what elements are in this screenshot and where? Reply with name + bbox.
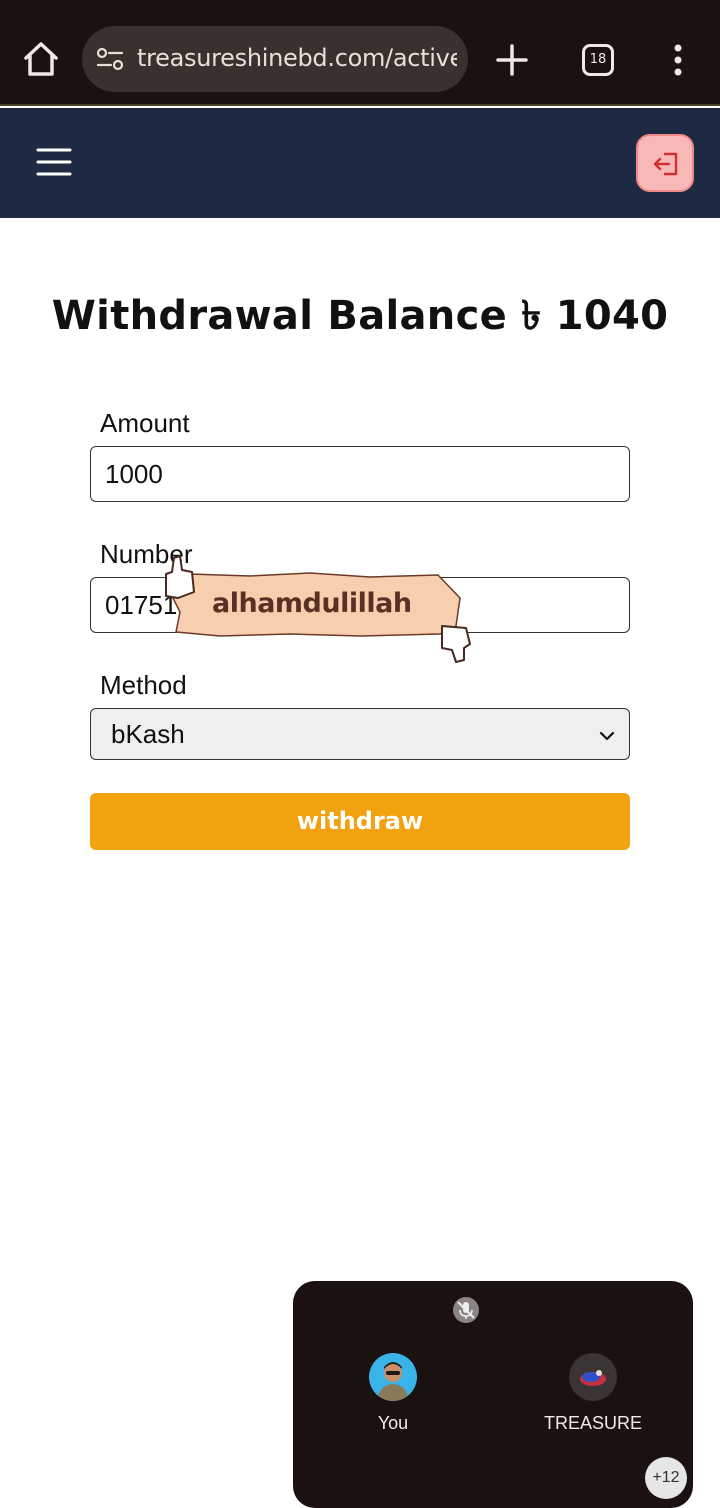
call-overlay-panel[interactable]: You TREASURE +12 (293, 1281, 693, 1508)
method-label: Method (100, 670, 187, 700)
thumbs-down-icon (441, 625, 471, 663)
address-bar[interactable]: treasureshinebd.com/active/u (82, 26, 468, 92)
plus-icon[interactable] (492, 40, 532, 80)
logout-button[interactable] (636, 134, 694, 192)
participant-name: TREASURE (543, 1413, 642, 1433)
home-icon[interactable] (20, 38, 62, 80)
participant-name: You (377, 1413, 409, 1433)
withdraw-button[interactable]: withdraw (90, 793, 630, 850)
chevron-down-icon (599, 727, 615, 746)
method-select[interactable]: bKash (90, 708, 630, 760)
thumbs-up-icon (165, 555, 195, 599)
more-participants-badge[interactable]: +12 (645, 1457, 687, 1499)
avatar (569, 1353, 617, 1401)
hamburger-menu-icon[interactable] (36, 146, 72, 178)
participant-treasure[interactable]: TREASURE (513, 1353, 673, 1434)
microphone-muted-icon[interactable] (452, 1296, 480, 1324)
app-header (0, 108, 720, 218)
more-options-icon[interactable] (666, 40, 690, 80)
site-settings-icon[interactable] (96, 47, 124, 71)
sticker-text: alhamdulillah (212, 588, 412, 619)
amount-input[interactable] (90, 446, 630, 502)
method-selected-value: bKash (111, 719, 185, 749)
tab-switcher-button[interactable]: 18 (582, 44, 614, 76)
participant-you[interactable]: You (313, 1353, 473, 1434)
logout-icon (653, 152, 678, 176)
avatar (369, 1353, 417, 1401)
url-text: treasureshinebd.com/active/u (137, 44, 457, 72)
alhamdulillah-sticker: alhamdulillah (160, 552, 480, 670)
page-title: Withdrawal Balance ৳ 1040 (51, 293, 669, 339)
browser-toolbar: treasureshinebd.com/active/u 18 (0, 0, 720, 106)
amount-label: Amount (100, 408, 190, 438)
